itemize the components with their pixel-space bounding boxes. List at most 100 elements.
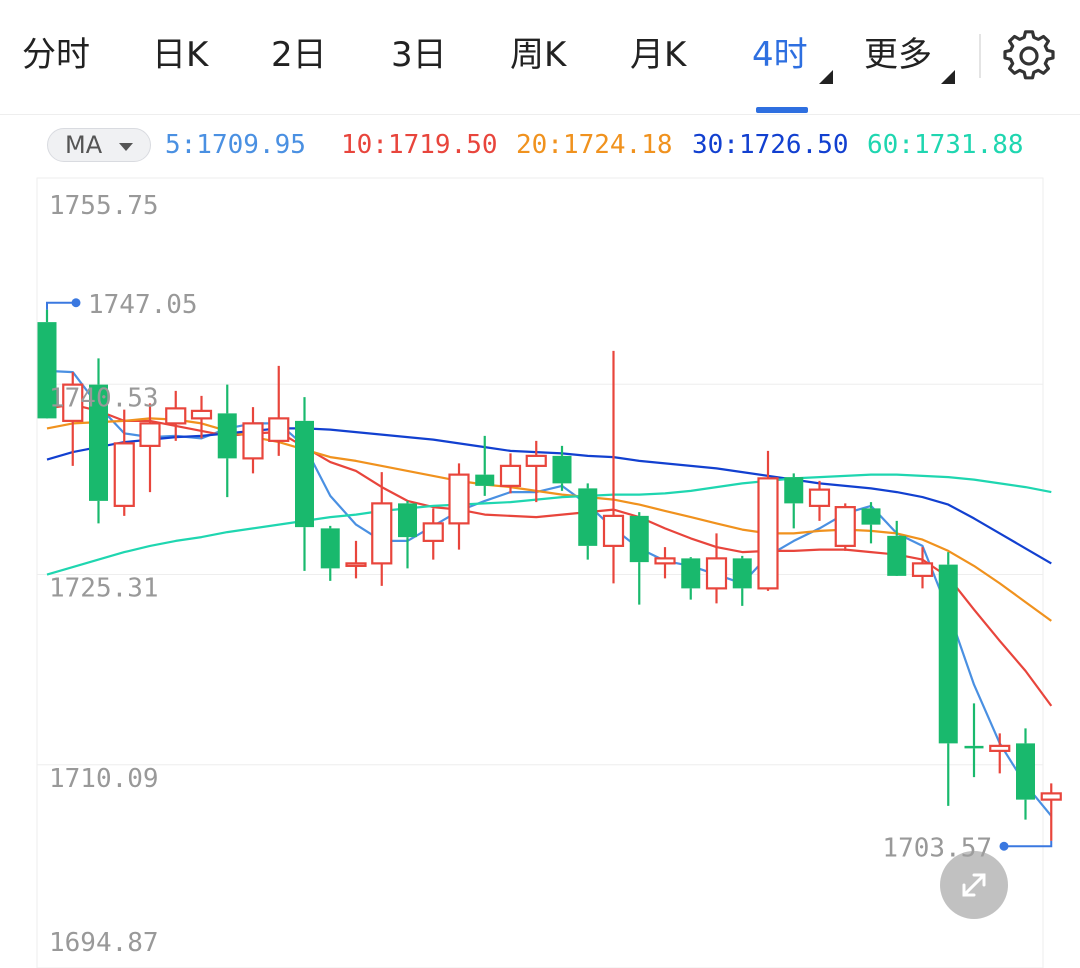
ma5-value: 5:1709.95: [165, 130, 306, 160]
candle-body: [165, 407, 187, 425]
candle-up: [834, 503, 856, 551]
tab-monthly-k[interactable]: 月K: [630, 28, 686, 82]
tab-separator: [979, 34, 981, 78]
y-tick-label: 1725.31: [49, 574, 159, 604]
candle-up: [911, 547, 934, 589]
candle-down: [578, 483, 598, 560]
candle-body: [681, 558, 701, 589]
candle-body: [448, 473, 470, 525]
max-marker-dot: [71, 298, 81, 308]
candle-body: [732, 558, 752, 589]
ma10-value: 10:1719.50: [341, 130, 498, 160]
candlestick-chart[interactable]: 1747.051703.57 1755.75 1740.53 1725.31 1710…: [0, 176, 1080, 968]
y-tick-label: 1755.75: [49, 191, 159, 221]
ma-legend-row: MA 5:1709.95 10:1719.50 20:1724.18 30:17…: [0, 126, 1080, 166]
y-tick-label: 1694.87: [49, 928, 159, 958]
candle-body: [757, 477, 779, 590]
fullscreen-button[interactable]: [940, 851, 1008, 919]
ma5-line: [46, 369, 1053, 817]
moving-average-lines: [46, 369, 1053, 817]
candle-down: [217, 384, 237, 498]
candle-body: [602, 514, 625, 547]
candle-body: [422, 522, 444, 542]
candle-body: [295, 420, 314, 528]
candle-body: [654, 557, 676, 565]
candle-up: [345, 540, 367, 579]
tab-4hour[interactable]: 4时: [752, 28, 808, 82]
y-tick-label: 1740.53: [49, 383, 159, 413]
candle-body: [371, 502, 393, 565]
candle-body: [784, 477, 804, 504]
candle-body: [190, 409, 213, 420]
candle-down: [1016, 728, 1035, 820]
candle-body: [242, 422, 264, 460]
ma20-value: 20:1724.18: [516, 130, 673, 160]
candle-body: [525, 454, 547, 467]
candle-down: [681, 557, 701, 600]
candle-body: [578, 488, 598, 546]
gear-icon[interactable]: [1003, 30, 1055, 82]
candle-body: [139, 422, 161, 447]
candle-down: [938, 552, 958, 806]
candle-body: [1040, 792, 1062, 801]
candle-up: [654, 547, 676, 579]
active-tab-indicator: [756, 107, 808, 113]
candle-body: [989, 744, 1011, 752]
candle-body: [345, 562, 367, 567]
candle-body: [1016, 743, 1035, 800]
tab-intraday[interactable]: 分时: [22, 28, 90, 82]
candle-up: [165, 390, 187, 441]
caret-down-icon: [119, 143, 133, 151]
candle-body: [552, 455, 572, 484]
ma30-value: 30:1726.50: [692, 130, 849, 160]
candle-body: [964, 745, 984, 749]
min-marker-dot: [999, 841, 1009, 851]
tab-more[interactable]: 更多: [864, 28, 932, 82]
candle-down: [320, 525, 340, 581]
tab-weekly-k[interactable]: 周K: [510, 28, 566, 82]
candle-body: [398, 503, 417, 538]
candle-body: [808, 488, 831, 507]
candle-up: [448, 463, 470, 550]
candle-body: [705, 557, 728, 590]
ma-selector-label: MA: [65, 131, 103, 159]
candle-down: [784, 473, 804, 529]
candle-up: [242, 407, 264, 474]
candle-body: [217, 413, 237, 459]
tab-more-dropdown-icon: [941, 70, 955, 84]
tab-2day[interactable]: 2日: [271, 28, 327, 82]
ma60-value: 60:1731.88: [867, 130, 1024, 160]
candle-body: [113, 442, 135, 507]
candle-body: [475, 474, 495, 486]
tab-3day[interactable]: 3日: [391, 28, 447, 82]
candle-body: [834, 506, 856, 547]
candle-up: [1040, 783, 1062, 841]
candle-up: [422, 508, 444, 560]
candle-down: [629, 512, 649, 605]
candle-body: [268, 417, 290, 442]
period-tab-bar: 分时 日K 2日 3日 周K 月K 4时 更多: [0, 0, 1080, 115]
ma20-line: [46, 417, 1052, 622]
candle-down: [475, 435, 495, 496]
expand-icon: [962, 873, 986, 897]
candle-up: [808, 480, 831, 521]
tab-daily-k[interactable]: 日K: [152, 28, 208, 82]
tab-4hour-dropdown-icon: [819, 70, 833, 84]
candle-body: [861, 508, 881, 525]
candle-up: [371, 472, 393, 586]
candle-down: [964, 703, 984, 778]
candle-down: [295, 397, 314, 571]
candles: [37, 309, 1062, 841]
candle-body: [911, 562, 934, 577]
y-tick-label: 1710.09: [49, 764, 159, 794]
candle-body: [887, 535, 907, 576]
candle-down: [732, 555, 752, 606]
max-marker-label: 1747.05: [88, 290, 198, 320]
candle-body: [938, 564, 958, 744]
candle-body: [320, 528, 340, 569]
candle-body: [629, 515, 649, 563]
ma-selector-dropdown[interactable]: MA: [47, 128, 151, 162]
candle-down: [398, 500, 417, 569]
candle-up: [268, 365, 290, 456]
candle-body: [499, 464, 522, 487]
